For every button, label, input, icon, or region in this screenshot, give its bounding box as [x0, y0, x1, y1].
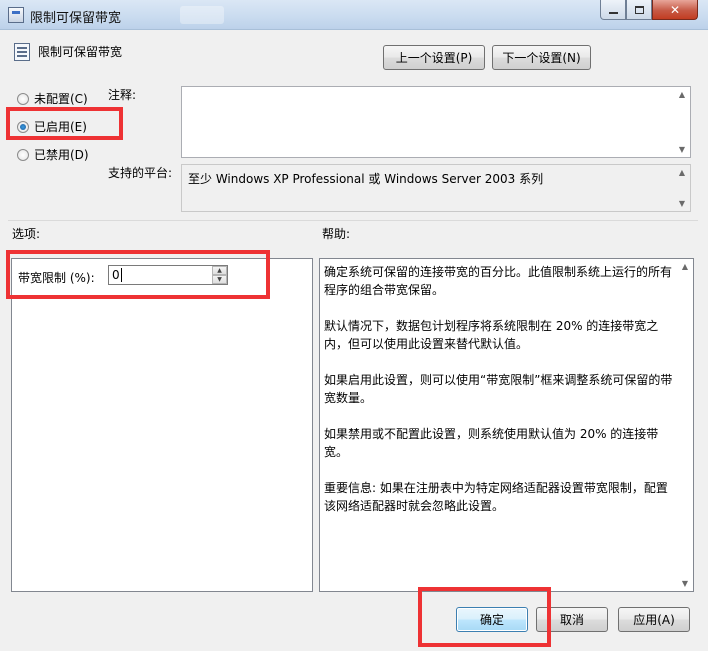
apply-button[interactable]: 应用(A)	[618, 607, 690, 632]
comment-label: 注释:	[108, 88, 137, 102]
help-paragraph: 重要信息: 如果在注册表中为特定网络适配器设置带宽限制，配置该网络适配器时就会忽…	[324, 481, 668, 513]
scroll-up-icon: ▲	[678, 168, 686, 177]
platform-textbox: 至少 Windows XP Professional 或 Windows Ser…	[181, 164, 691, 212]
scroll-down-icon: ▼	[681, 579, 689, 588]
radio-disabled[interactable]: 已禁用(D)	[17, 146, 89, 163]
radio-icon	[17, 148, 29, 161]
scroll-down-icon: ▼	[678, 145, 686, 154]
maximize-button[interactable]	[626, 0, 652, 20]
radio-label: 已启用(E)	[34, 120, 87, 134]
help-paragraph: 默认情况下，数据包计划程序将系统限制在 20% 的连接带宽之内，但可以使用此设置…	[324, 319, 659, 351]
options-label: 选项:	[12, 227, 41, 241]
window-title: 限制可保留带宽	[30, 11, 122, 26]
help-paragraph: 如果禁用或不配置此设置，则系统使用默认值为 20% 的连接带宽。	[324, 427, 659, 459]
minimize-icon	[608, 11, 618, 14]
help-paragraph: 确定系统可保留的连接带宽的百分比。此值限制系统上运行的所有程序的组合带宽保留。	[324, 265, 673, 297]
comment-textarea[interactable]: ▲ ▼	[181, 86, 691, 158]
minimize-button[interactable]	[600, 0, 626, 20]
scroll-up-icon: ▲	[681, 262, 689, 271]
radio-label: 未配置(C)	[34, 92, 88, 106]
help-panel: 确定系统可保留的连接带宽的百分比。此值限制系统上运行的所有程序的组合带宽保留。 …	[319, 258, 694, 592]
radio-checked-icon	[17, 120, 29, 133]
bandwidth-limit-value[interactable]: 0	[112, 268, 122, 282]
section-divider	[8, 220, 698, 221]
policy-title: 限制可保留带宽	[38, 45, 123, 59]
ok-button[interactable]: 确定	[456, 607, 528, 632]
background-window-tab	[180, 6, 224, 24]
platform-value: 至少 Windows XP Professional 或 Windows Ser…	[188, 172, 544, 186]
options-panel: 带宽限制 (%): 0 ▲ ▼	[11, 258, 313, 592]
cancel-button[interactable]: 取消	[536, 607, 608, 632]
scroll-up-icon: ▲	[678, 90, 686, 99]
radio-not-configured[interactable]: 未配置(C)	[17, 90, 88, 107]
policy-app-icon	[8, 7, 24, 23]
help-scrollbar[interactable]: ▲ ▼	[677, 259, 693, 591]
close-button[interactable]: ✕	[652, 0, 698, 20]
radio-enabled[interactable]: 已启用(E)	[17, 118, 87, 135]
platform-scrollbar[interactable]: ▲ ▼	[674, 165, 690, 211]
spin-down-icon[interactable]: ▼	[212, 275, 227, 284]
close-icon: ✕	[669, 2, 681, 17]
maximize-icon	[634, 5, 644, 14]
scroll-down-icon: ▼	[678, 199, 686, 208]
next-setting-button[interactable]: 下一个设置(N)	[492, 45, 591, 70]
help-label: 帮助:	[322, 227, 351, 241]
help-paragraph: 如果启用此设置，则可以使用“带宽限制”框来调整系统可保留的带宽数量。	[324, 373, 673, 405]
policy-setting-icon	[14, 43, 30, 61]
comment-scrollbar[interactable]: ▲ ▼	[674, 87, 690, 157]
radio-icon	[17, 92, 29, 105]
platform-label: 支持的平台:	[108, 166, 173, 180]
spin-buttons[interactable]: ▲ ▼	[212, 266, 227, 284]
previous-setting-button[interactable]: 上一个设置(P)	[383, 45, 485, 70]
help-text: 确定系统可保留的连接带宽的百分比。此值限制系统上运行的所有程序的组合带宽保留。 …	[324, 263, 674, 533]
bandwidth-limit-label: 带宽限制 (%):	[18, 271, 95, 285]
spin-up-icon[interactable]: ▲	[212, 266, 227, 275]
bandwidth-limit-spinbox[interactable]: 0 ▲ ▼	[108, 265, 228, 285]
radio-label: 已禁用(D)	[34, 148, 89, 162]
title-bar: 限制可保留带宽 ✕	[0, 0, 708, 30]
